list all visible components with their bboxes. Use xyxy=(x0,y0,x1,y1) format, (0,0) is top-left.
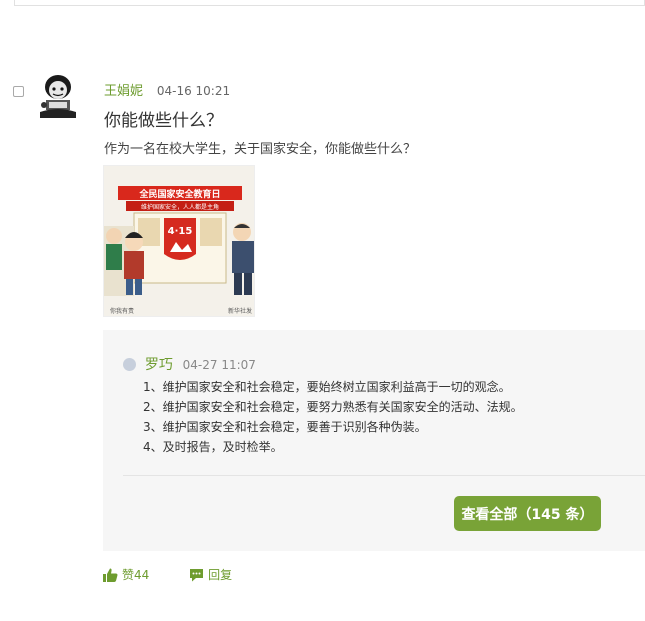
post-image[interactable]: 全民国家安全教育日 维护国家安全，人人都是主角 4·15 你我有责 新华社发 xyxy=(103,165,255,317)
view-all-replies-button[interactable]: 查看全部（145 条） xyxy=(454,496,601,531)
post-time: 04-16 10:21 xyxy=(156,84,231,98)
divider xyxy=(123,475,645,476)
reply-author[interactable]: 罗巧 xyxy=(145,357,173,373)
reply-meta: 罗巧 04-27 11:07 xyxy=(123,354,256,374)
like-count: 赞44 xyxy=(122,568,150,582)
reply-content: 1、维护国家安全和社会稳定，要始终树立国家利益高于一切的观念。 2、维护国家安全… xyxy=(143,377,523,457)
select-checkbox[interactable] xyxy=(13,86,24,97)
post-meta: 王娟妮 04-16 10:21 xyxy=(104,80,230,99)
image-caption-right: 新华社发 xyxy=(228,307,252,315)
banner-subtitle: 维护国家安全，人人都是主角 xyxy=(141,203,219,211)
reply-button[interactable]: 回复 xyxy=(189,566,232,583)
reply-label: 回复 xyxy=(208,568,233,582)
image-caption-left: 你我有责 xyxy=(110,307,134,315)
reply-line: 3、维护国家安全和社会稳定，要善于识别各种伪装。 xyxy=(143,420,427,434)
reply-time: 04-27 11:07 xyxy=(182,358,256,372)
author-name[interactable]: 王娟妮 xyxy=(104,84,143,99)
reply-avatar[interactable] xyxy=(123,358,136,371)
post-title: 你能做些什么？ xyxy=(104,111,223,131)
thumbs-up-icon xyxy=(103,568,118,582)
banner-title: 全民国家安全教育日 xyxy=(138,188,220,200)
avatar[interactable] xyxy=(38,72,78,118)
reply-panel: 罗巧 04-27 11:07 1、维护国家安全和社会稳定，要始终树立国家利益高于… xyxy=(103,330,645,551)
reply-line: 2、维护国家安全和社会稳定，要努力熟悉有关国家安全的活动、法规。 xyxy=(143,400,523,414)
post-body: 作为一名在校大学生，关于国家安全，你能做些什么？ xyxy=(104,142,417,157)
reply-line: 1、维护国家安全和社会稳定，要始终树立国家利益高于一切的观念。 xyxy=(143,380,511,394)
top-panel-edge xyxy=(14,0,645,6)
like-button[interactable]: 赞44 xyxy=(103,566,149,583)
badge-date: 4·15 xyxy=(168,226,193,237)
comment-icon xyxy=(190,568,204,581)
reply-line: 4、及时报告，及时检举。 xyxy=(143,440,283,454)
post-actions: 赞44 回复 xyxy=(103,566,232,585)
